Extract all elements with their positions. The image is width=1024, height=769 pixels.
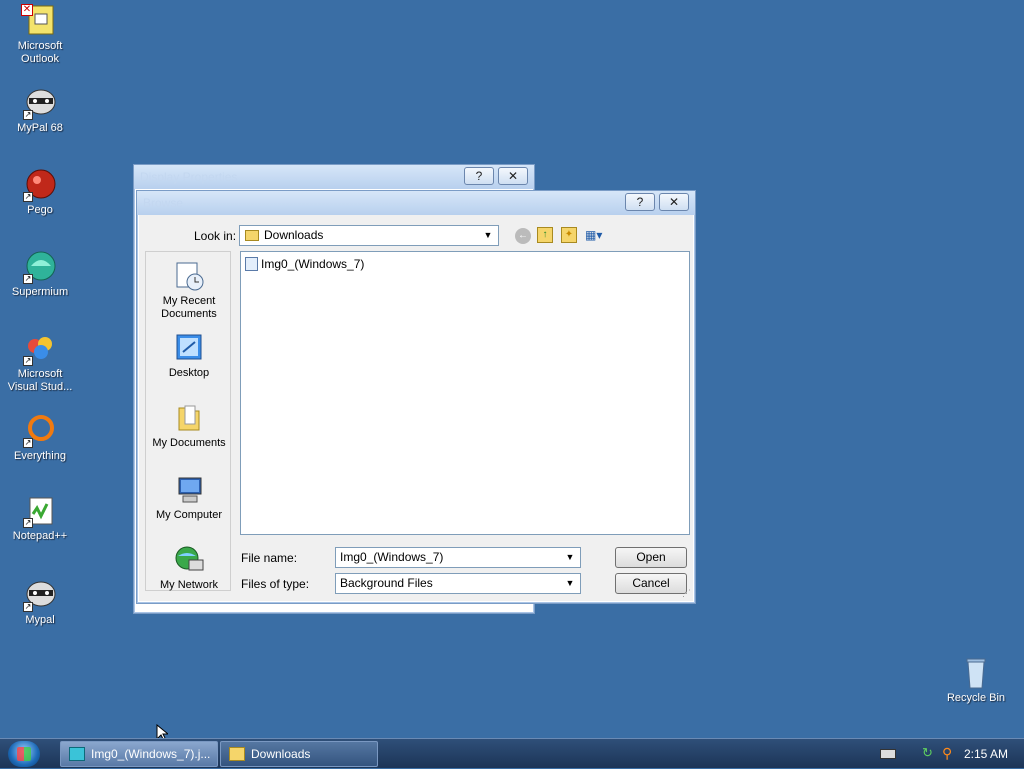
- look-in-value: Downloads: [264, 228, 324, 242]
- list-item[interactable]: Img0_(Windows_7): [245, 256, 364, 272]
- desktop-icon-label: Microsoft Outlook: [17, 40, 63, 65]
- raccoon-icon: ↗: [23, 578, 57, 612]
- desktop-icon-mypal[interactable]: ↗ Mypal: [2, 578, 78, 627]
- help-button[interactable]: ?: [625, 193, 655, 211]
- search-tray-icon[interactable]: ⚲: [942, 745, 958, 761]
- places-bar: My Recent Documents Desktop My Documents…: [145, 251, 231, 591]
- desktop-icon-label: Microsoft Visual Stud...: [7, 368, 73, 393]
- desktop-icon-supermium[interactable]: ↗ Supermium: [2, 250, 78, 299]
- shortcut-arrow-icon: ↗: [23, 356, 33, 366]
- browse-title: Browse: [143, 196, 184, 210]
- raccoon-icon: ↗: [23, 86, 57, 120]
- files-of-type-value: Background Files: [340, 576, 433, 590]
- place-my-network[interactable]: My Network: [146, 544, 232, 592]
- everything-search-icon: ↗: [23, 414, 57, 448]
- files-of-type-label: Files of type:: [241, 577, 310, 591]
- resize-grip-icon[interactable]: ⋰: [682, 588, 691, 599]
- file-list[interactable]: Img0_(Windows_7): [240, 251, 690, 535]
- desktop-icon-everything[interactable]: ↗ Everything: [2, 414, 78, 463]
- file-item-label: Img0_(Windows_7): [261, 257, 365, 271]
- place-label: My Recent Documents: [161, 295, 217, 320]
- close-button[interactable]: ✕: [659, 193, 689, 211]
- display-properties-title: Display Properties: [140, 170, 238, 184]
- my-documents-icon: [173, 402, 205, 434]
- chevron-down-icon: ▼: [565, 578, 575, 588]
- browse-dialog: Browse ? ✕ Look in: Downloads ▼ ← ↑ ✦ ▦▾…: [136, 190, 696, 604]
- my-computer-icon: [173, 474, 205, 506]
- clock[interactable]: 2:15 AM: [964, 739, 1008, 769]
- desktop-icon-label: Pego: [27, 204, 53, 216]
- recycle-bin-icon: [959, 656, 993, 690]
- taskbar-task-image[interactable]: Img0_(Windows_7).j...: [60, 741, 218, 767]
- place-label: Desktop: [168, 367, 210, 379]
- start-button[interactable]: [8, 741, 40, 767]
- visual-studio-icon: ↗: [23, 332, 57, 366]
- notepad-plus-plus-icon: ↗: [23, 494, 57, 528]
- chevron-down-icon: ▼: [483, 230, 493, 240]
- chevron-down-icon[interactable]: ▼: [563, 548, 577, 567]
- desktop-icon-visual-studio[interactable]: ↗ Microsoft Visual Stud...: [2, 332, 78, 394]
- desktop-icon-label: Everything: [14, 450, 66, 462]
- open-button[interactable]: Open: [615, 547, 687, 568]
- up-folder-icon[interactable]: ↑: [537, 227, 553, 243]
- shortcut-arrow-icon: ↗: [23, 602, 33, 612]
- desktop-icon-mypal-68[interactable]: ↗ MyPal 68: [2, 86, 78, 135]
- image-file-icon: [245, 257, 258, 271]
- help-button[interactable]: ?: [464, 167, 494, 185]
- shortcut-arrow-icon: ↗: [23, 274, 33, 284]
- browse-body: Look in: Downloads ▼ ← ↑ ✦ ▦▾ My Recent …: [139, 215, 693, 601]
- error-badge-icon: ✕: [21, 4, 33, 16]
- desktop-icon-microsoft-outlook[interactable]: ✕ Microsoft Outlook: [2, 4, 78, 66]
- shortcut-arrow-icon: ↗: [23, 192, 33, 202]
- shortcut-arrow-icon: ↗: [23, 438, 33, 448]
- browse-titlebar[interactable]: Browse ? ✕: [137, 191, 695, 215]
- desktop-place-icon: [173, 332, 205, 364]
- network-tray-icon[interactable]: ↻: [922, 746, 936, 760]
- image-viewer-icon: [69, 747, 85, 761]
- look-in-label: Look in:: [194, 229, 237, 243]
- place-my-recent-documents[interactable]: My Recent Documents: [146, 260, 232, 321]
- place-label: My Documents: [152, 437, 226, 449]
- look-in-dropdown[interactable]: Downloads ▼: [239, 225, 499, 246]
- place-desktop[interactable]: Desktop: [146, 332, 232, 380]
- folder-icon: [229, 747, 245, 761]
- outlook-icon: ✕: [21, 4, 57, 38]
- task-label: Downloads: [251, 747, 311, 761]
- folder-icon: [245, 230, 259, 241]
- cancel-button[interactable]: Cancel: [615, 573, 687, 594]
- display-properties-titlebar[interactable]: Display Properties ? ✕: [134, 165, 534, 189]
- place-label: My Network: [159, 579, 219, 591]
- pego-icon: ↗: [23, 168, 57, 202]
- back-icon[interactable]: ←: [515, 228, 531, 244]
- place-label: My Computer: [155, 509, 223, 521]
- desktop-icon-label: Mypal: [25, 614, 55, 626]
- place-my-documents[interactable]: My Documents: [146, 402, 232, 450]
- file-name-value: Img0_(Windows_7): [340, 550, 444, 564]
- desktop-icon-label: MyPal 68: [17, 122, 63, 134]
- desktop-icon-notepad-plus-plus[interactable]: ↗ Notepad++: [2, 494, 78, 543]
- task-label: Img0_(Windows_7).j...: [91, 747, 211, 761]
- desktop-icon-pego[interactable]: ↗ Pego: [2, 168, 78, 217]
- keyboard-icon[interactable]: [880, 749, 896, 759]
- close-button[interactable]: ✕: [498, 167, 528, 185]
- desktop-icon-label: Recycle Bin: [946, 692, 1006, 704]
- desktop-icon-label: Notepad++: [12, 530, 68, 542]
- view-menu-icon[interactable]: ▦▾: [585, 227, 609, 243]
- files-of-type-dropdown[interactable]: Background Files ▼: [335, 573, 581, 594]
- my-network-icon: [173, 544, 205, 576]
- taskbar-task-downloads[interactable]: Downloads: [220, 741, 378, 767]
- desktop-icon-label: Supermium: [11, 286, 69, 298]
- place-my-computer[interactable]: My Computer: [146, 474, 232, 522]
- windows-logo-icon: [17, 747, 31, 761]
- file-name-combo[interactable]: Img0_(Windows_7) ▼: [335, 547, 581, 568]
- taskbar: Img0_(Windows_7).j... Downloads ↻ ⚲ 2:15…: [0, 738, 1024, 768]
- shortcut-arrow-icon: ↗: [23, 110, 33, 120]
- shortcut-arrow-icon: ↗: [23, 518, 33, 528]
- supermium-icon: ↗: [23, 250, 57, 284]
- desktop-icon-recycle-bin[interactable]: Recycle Bin: [938, 656, 1014, 705]
- new-folder-icon[interactable]: ✦: [561, 227, 577, 243]
- recent-documents-icon: [173, 260, 205, 292]
- file-name-label: File name:: [241, 551, 298, 565]
